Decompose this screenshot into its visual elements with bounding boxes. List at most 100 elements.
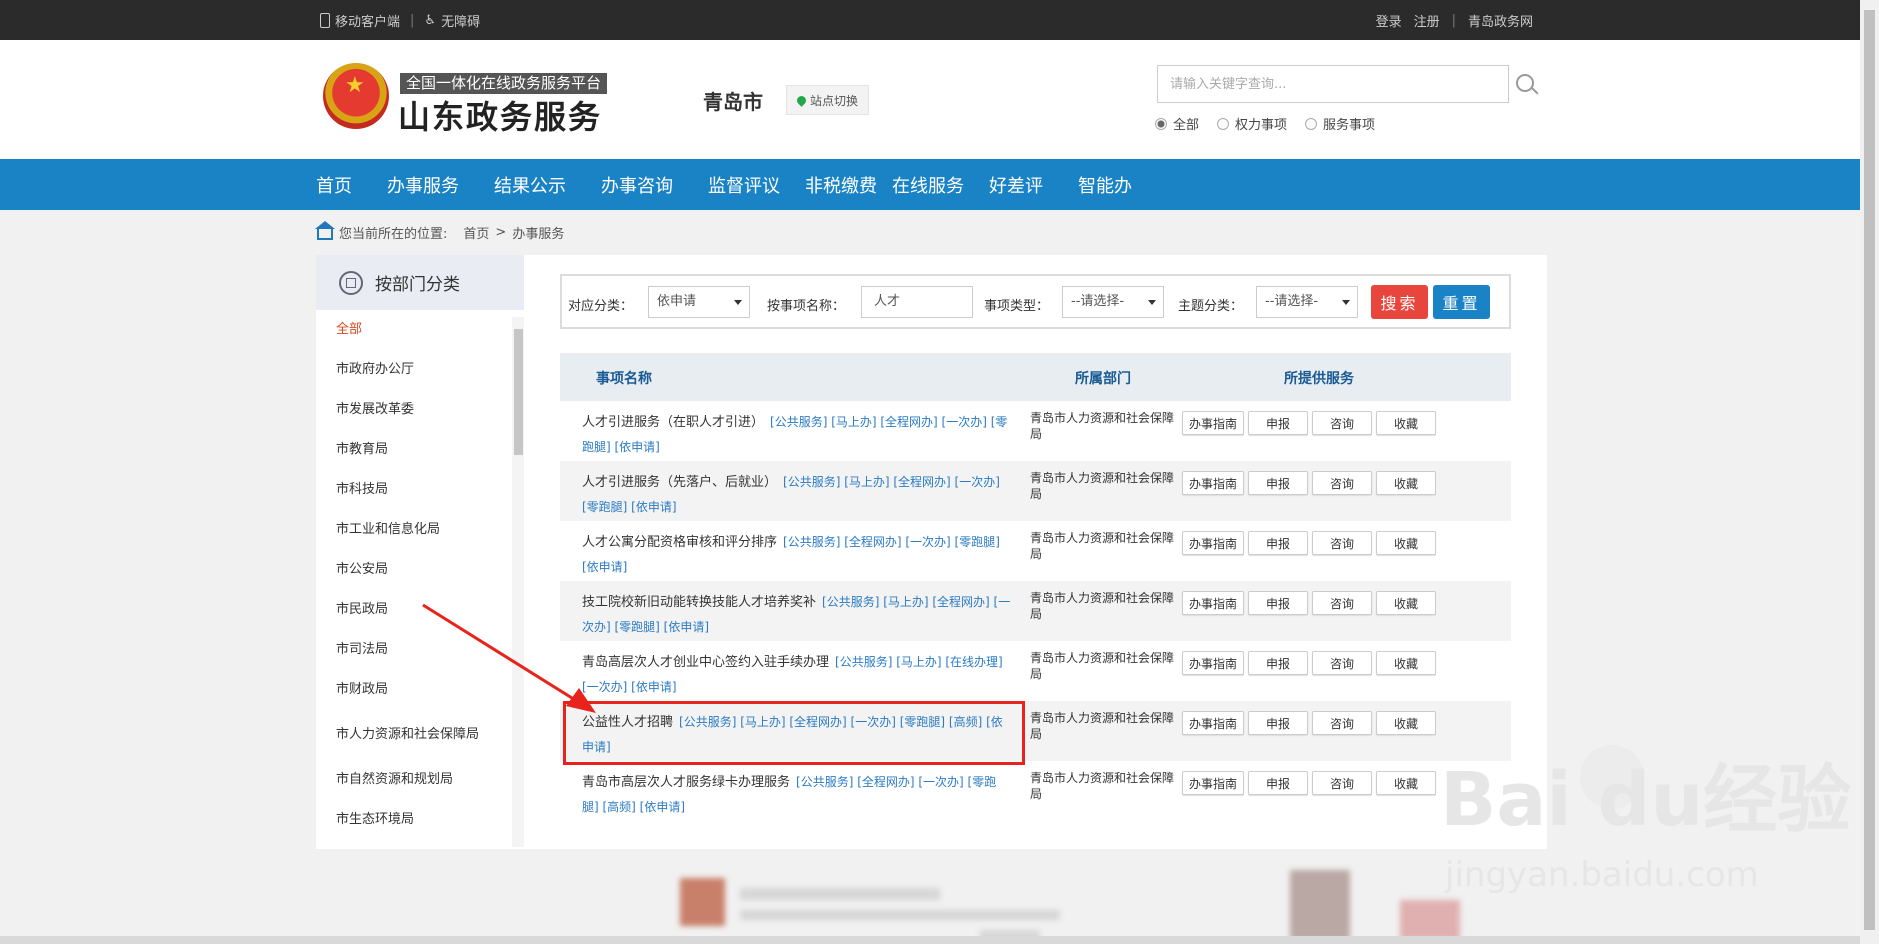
item-name-link[interactable]: 技工院校新旧动能转换技能人才培养奖补 — [582, 595, 816, 610]
consult-button[interactable]: 咨询 — [1312, 651, 1372, 675]
item-department: 青岛市人力资源和社会保障局 — [1030, 771, 1175, 801]
col-services: 所提供服务 — [1284, 371, 1354, 387]
favorite-button[interactable]: 收藏 — [1376, 651, 1436, 675]
sidebar-item[interactable]: 市自然资源和规划局 — [316, 760, 512, 800]
accessibility-label: 无障碍 — [441, 14, 481, 30]
guide-button[interactable]: 办事指南 — [1182, 711, 1244, 735]
nav-home[interactable]: 首页 — [316, 172, 352, 198]
nav-consult[interactable]: 办事咨询 — [601, 172, 673, 198]
row-name-cell: 人才公寓分配资格审核和评分排序 [公共服务] [全程网办] [一次办] [零跑腿]… — [582, 530, 1012, 580]
apply-button[interactable]: 申报 — [1248, 411, 1308, 435]
apply-button[interactable]: 申报 — [1248, 531, 1308, 555]
guide-button[interactable]: 办事指南 — [1182, 411, 1244, 435]
register-link[interactable]: 注册 — [1414, 11, 1440, 30]
page-scrollbar[interactable] — [1860, 0, 1879, 944]
divider: | — [1451, 12, 1456, 28]
logo-title[interactable]: 山东政务服务 — [398, 92, 602, 138]
favorite-button[interactable]: 收藏 — [1376, 411, 1436, 435]
name-label: 按事项名称： — [767, 299, 846, 314]
consult-button[interactable]: 咨询 — [1312, 531, 1372, 555]
item-name-link[interactable]: 青岛高层次人才创业中心签约入驻手续办理 — [582, 655, 829, 670]
item-name-link[interactable]: 人才引进服务（在职人才引进） — [582, 415, 764, 430]
nav-smart[interactable]: 智能办 — [1078, 172, 1132, 198]
nav-rating[interactable]: 好差评 — [989, 172, 1043, 198]
item-name-link[interactable]: 青岛市高层次人才服务绿卡办理服务 — [582, 775, 790, 790]
sidebar-item[interactable]: 市人力资源和社会保障局 — [316, 710, 512, 760]
guide-button[interactable]: 办事指南 — [1182, 471, 1244, 495]
portal-link[interactable]: 青岛政务网 — [1468, 11, 1533, 30]
radio-service-items[interactable]: 服务事项 — [1305, 114, 1375, 133]
category-label: 对应分类： — [568, 299, 634, 314]
logo-subtitle: 全国一体化在线政务服务平台 — [400, 73, 608, 94]
nav-online[interactable]: 在线服务 — [892, 172, 964, 198]
sidebar-item[interactable]: 市生态环境局 — [316, 800, 512, 840]
sidebar-scrollbar[interactable] — [512, 317, 524, 847]
sidebar-item[interactable]: 市工业和信息化局 — [316, 510, 512, 550]
guide-button[interactable]: 办事指南 — [1182, 771, 1244, 795]
sidebar-item[interactable]: 市公安局 — [316, 550, 512, 590]
search-button[interactable]: 搜索 — [1371, 285, 1428, 319]
apply-button[interactable]: 申报 — [1248, 591, 1308, 615]
theme-select[interactable]: --请选择- — [1256, 286, 1358, 318]
reset-button[interactable]: 重置 — [1433, 285, 1490, 319]
breadcrumb-home[interactable]: 首页 — [463, 223, 489, 242]
row-actions: 办事指南 申报 咨询 收藏 — [1182, 531, 1436, 555]
type-label: 事项类型： — [984, 299, 1050, 314]
location-pin-icon — [795, 93, 808, 107]
type-select[interactable]: --请选择- — [1062, 286, 1164, 318]
guide-button[interactable]: 办事指南 — [1182, 591, 1244, 615]
favorite-button[interactable]: 收藏 — [1376, 591, 1436, 615]
sidebar-item[interactable]: 市民政局 — [316, 590, 512, 630]
guide-button[interactable]: 办事指南 — [1182, 651, 1244, 675]
nav-supervision[interactable]: 监督评议 — [708, 172, 780, 198]
table-row: 人才公寓分配资格审核和评分排序 [公共服务] [全程网办] [一次办] [零跑腿]… — [560, 521, 1511, 581]
category-select[interactable]: 依申请 — [648, 286, 750, 318]
sidebar-item-all[interactable]: 全部 — [316, 310, 512, 350]
guide-button[interactable]: 办事指南 — [1182, 531, 1244, 555]
mobile-client-link[interactable]: 移动客户端 — [320, 11, 400, 30]
row-actions: 办事指南 申报 咨询 收藏 — [1182, 651, 1436, 675]
item-name-link[interactable]: 人才公寓分配资格审核和评分排序 — [582, 535, 777, 550]
sidebar-item[interactable]: 市财政局 — [316, 670, 512, 710]
nav-services[interactable]: 办事服务 — [387, 172, 459, 198]
search-scope-radios: 全部 权力事项 服务事项 — [1155, 114, 1375, 133]
sidebar-item[interactable]: 市教育局 — [316, 430, 512, 470]
search-icon[interactable] — [1516, 74, 1534, 92]
nav-results[interactable]: 结果公示 — [494, 172, 566, 198]
sidebar-item[interactable]: 市科技局 — [316, 470, 512, 510]
apply-button[interactable]: 申报 — [1248, 471, 1308, 495]
radio-label: 权力事项 — [1235, 118, 1288, 133]
item-name-link[interactable]: 人才引进服务（先落户、后就业） — [582, 475, 777, 490]
consult-button[interactable]: 咨询 — [1312, 411, 1372, 435]
national-emblem-logo[interactable] — [323, 63, 389, 129]
apply-button[interactable]: 申报 — [1248, 711, 1308, 735]
sidebar-item[interactable]: 市司法局 — [316, 630, 512, 670]
apply-button[interactable]: 申报 — [1248, 651, 1308, 675]
consult-button[interactable]: 咨询 — [1312, 471, 1372, 495]
sidebar-scroll-thumb[interactable] — [514, 329, 523, 455]
site-switch-button[interactable]: 站点切换 — [786, 85, 870, 115]
horizontal-scrollbar[interactable] — [0, 936, 1860, 944]
apply-button[interactable]: 申报 — [1248, 771, 1308, 795]
item-department: 青岛市人力资源和社会保障局 — [1030, 651, 1175, 681]
favorite-button[interactable]: 收藏 — [1376, 471, 1436, 495]
login-link[interactable]: 登录 — [1376, 11, 1402, 30]
consult-button[interactable]: 咨询 — [1312, 591, 1372, 615]
item-name-input[interactable]: 人才 — [861, 286, 973, 318]
watermark-url: jingyan.baidu.com — [1445, 855, 1759, 895]
radio-power-items[interactable]: 权力事项 — [1217, 114, 1287, 133]
radio-all[interactable]: 全部 — [1155, 114, 1199, 133]
sidebar-item[interactable]: 市发展改革委 — [316, 390, 512, 430]
breadcrumb-current: 办事服务 — [512, 227, 565, 242]
radio-label: 全部 — [1173, 118, 1200, 133]
consult-button[interactable]: 咨询 — [1312, 711, 1372, 735]
favorite-button[interactable]: 收藏 — [1376, 771, 1436, 795]
favorite-button[interactable]: 收藏 — [1376, 531, 1436, 555]
sidebar-title: 按部门分类 — [375, 275, 460, 295]
favorite-button[interactable]: 收藏 — [1376, 711, 1436, 735]
nav-nontax[interactable]: 非税缴费 — [805, 172, 877, 198]
sidebar-item[interactable]: 市政府办公厅 — [316, 350, 512, 390]
consult-button[interactable]: 咨询 — [1312, 771, 1372, 795]
accessibility-link[interactable]: ♿ 无障碍 — [424, 11, 480, 30]
search-input[interactable]: 请输入关键字查询... — [1157, 65, 1509, 103]
